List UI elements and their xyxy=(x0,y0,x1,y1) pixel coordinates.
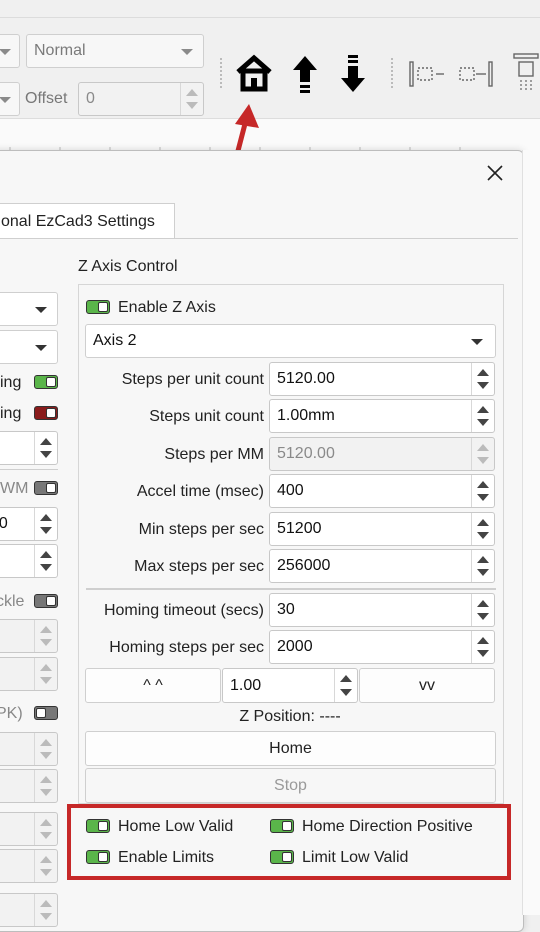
steps-unit-count-value: 1.00mm xyxy=(277,407,335,424)
left-field-10[interactable] xyxy=(0,893,58,927)
enable-z-axis-toggle[interactable] xyxy=(86,300,110,314)
homing-timeout-value: 30 xyxy=(277,601,295,618)
left-combo-2[interactable] xyxy=(0,82,20,116)
steps-per-unit-count-value: 5120.00 xyxy=(277,370,335,387)
left-field-2-value: 00 xyxy=(0,515,8,532)
offset-label: Offset xyxy=(25,90,68,107)
min-steps-label: Min steps per sec xyxy=(138,521,264,538)
tab-label: onal EzCad3 Settings xyxy=(1,213,155,230)
offset-value: 0 xyxy=(86,90,95,107)
max-steps-value: 256000 xyxy=(277,557,331,574)
home-button[interactable]: Home xyxy=(85,731,496,766)
max-steps-field[interactable]: 256000 xyxy=(269,549,495,583)
left-select-1[interactable] xyxy=(0,292,58,326)
limit-low-valid-toggle[interactable] xyxy=(270,850,294,864)
steps-unit-count-field[interactable]: 1.00mm xyxy=(269,399,495,433)
enable-z-axis-label: Enable Z Axis xyxy=(118,299,216,316)
enable-limits-label: Enable Limits xyxy=(118,849,215,866)
z-axis-divider xyxy=(86,588,496,590)
homing-steps-label: Homing steps per sec xyxy=(109,639,264,656)
move-down-icon[interactable] xyxy=(338,54,368,94)
align-left-icon[interactable] xyxy=(408,60,448,88)
z-position-label: Z Position: ---- xyxy=(239,708,341,725)
home-direction-positive-toggle[interactable] xyxy=(270,819,294,833)
axis-select[interactable]: Axis 2 xyxy=(85,324,496,358)
tab-underline xyxy=(0,238,518,239)
steps-per-unit-count-field[interactable]: 5120.00 xyxy=(269,362,495,396)
highlight-box xyxy=(67,804,511,880)
toolbar: Normal Offset 0 xyxy=(0,0,540,120)
left-toggle-3[interactable] xyxy=(34,481,58,495)
jog-step-value: 1.00 xyxy=(230,676,262,694)
axis-select-value: Axis 2 xyxy=(93,332,137,349)
home-low-valid-label: Home Low Valid xyxy=(118,818,234,835)
home-icon[interactable] xyxy=(234,54,274,92)
left-combo-1[interactable] xyxy=(0,34,20,68)
accel-time-label: Accel time (msec) xyxy=(136,483,264,500)
move-up-icon[interactable] xyxy=(290,54,320,94)
left-select-2[interactable] xyxy=(0,330,58,364)
toolbar-grip-2 xyxy=(391,58,396,88)
left-label-1: ing xyxy=(0,374,22,391)
steps-unit-count-label: Steps unit count xyxy=(149,408,264,425)
offset-field[interactable]: 0 xyxy=(78,82,204,116)
homing-timeout-field[interactable]: 30 xyxy=(269,593,495,627)
left-field-6[interactable] xyxy=(0,732,58,766)
left-divider xyxy=(0,469,58,470)
ruler xyxy=(0,118,540,153)
left-field-7[interactable] xyxy=(0,769,58,803)
accel-time-value: 400 xyxy=(277,482,304,499)
steps-per-mm-label: Steps per MM xyxy=(164,446,264,463)
z-axis-section-title: Z Axis Control xyxy=(78,258,178,275)
steps-per-mm-value: 5120.00 xyxy=(277,445,335,462)
homing-steps-value: 2000 xyxy=(277,638,313,655)
left-label-4: ckle xyxy=(0,593,25,610)
home-direction-positive-label: Home Direction Positive xyxy=(302,818,473,835)
style-combo[interactable]: Normal xyxy=(26,34,204,68)
left-label-3: WM xyxy=(0,480,29,497)
left-field-2[interactable]: 00 xyxy=(0,507,58,541)
steps-per-mm-field[interactable]: 5120.00 xyxy=(269,437,495,471)
align-right-icon[interactable] xyxy=(458,60,498,88)
left-toggle-1[interactable] xyxy=(34,375,58,389)
steps-per-unit-count-label: Steps per unit count xyxy=(121,371,264,388)
style-combo-value: Normal xyxy=(34,42,86,59)
close-icon[interactable] xyxy=(484,162,506,184)
left-toggle-2[interactable] xyxy=(34,406,58,420)
left-field-9[interactable] xyxy=(0,849,58,883)
left-field-8[interactable] xyxy=(0,812,58,846)
stop-button[interactable]: Stop xyxy=(85,768,496,803)
homing-timeout-label: Homing timeout (secs) xyxy=(103,602,264,619)
max-steps-label: Max steps per sec xyxy=(134,558,264,575)
jog-step-field[interactable]: 1.00 xyxy=(222,668,358,703)
jog-up-button[interactable]: ^ ^ xyxy=(85,668,221,703)
limit-low-valid-label: Limit Low Valid xyxy=(302,849,409,866)
toolbar-top-divider xyxy=(0,17,540,18)
enable-limits-toggle[interactable] xyxy=(86,850,110,864)
accel-time-field[interactable]: 400 xyxy=(269,474,495,508)
left-field-4[interactable] xyxy=(0,619,58,653)
left-label-2: ing xyxy=(0,405,22,422)
toolbar-grip-1 xyxy=(220,58,225,88)
jog-down-button[interactable]: vv xyxy=(359,668,495,703)
left-toggle-4[interactable] xyxy=(34,594,58,608)
homing-steps-field[interactable]: 2000 xyxy=(269,630,495,664)
left-field-1[interactable] xyxy=(0,431,58,465)
tab-ezcad3-settings[interactable]: onal EzCad3 Settings xyxy=(0,203,175,239)
background-window-edge xyxy=(522,150,540,915)
min-steps-field[interactable]: 51200 xyxy=(269,512,495,546)
min-steps-value: 51200 xyxy=(277,520,322,537)
home-low-valid-toggle[interactable] xyxy=(86,819,110,833)
left-field-5[interactable] xyxy=(0,657,58,691)
left-field-3[interactable] xyxy=(0,544,58,578)
align-bottom-icon[interactable] xyxy=(510,52,540,96)
